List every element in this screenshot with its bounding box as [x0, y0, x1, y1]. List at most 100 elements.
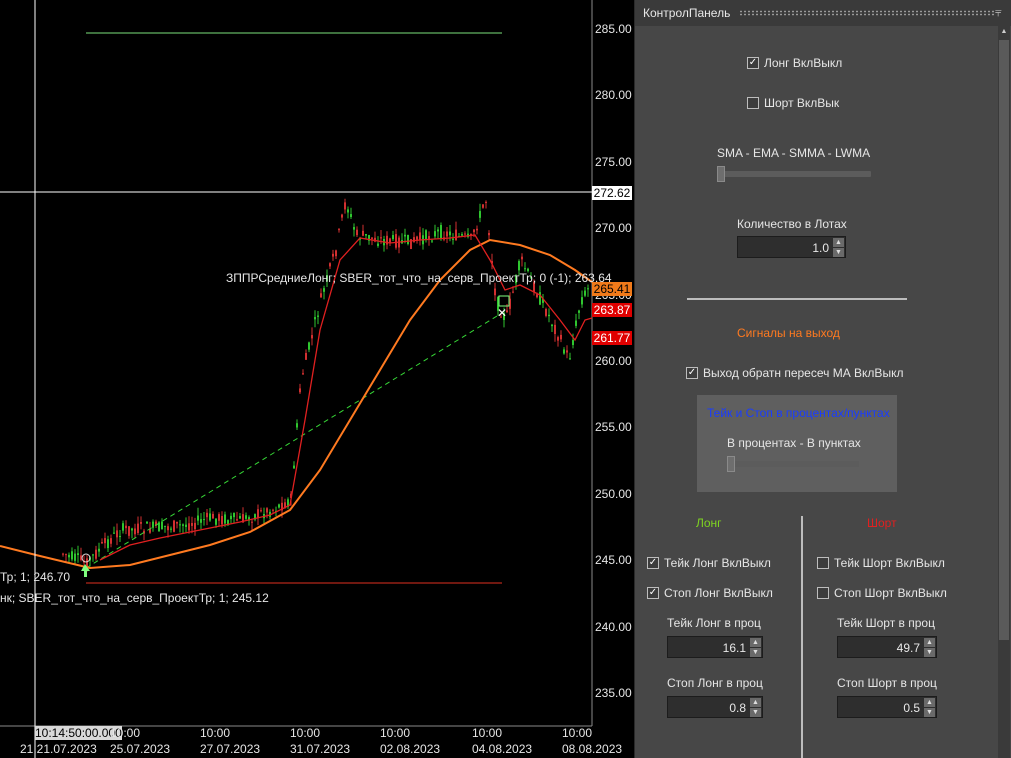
price-tick-label: 235.00	[595, 686, 632, 700]
price-tag-last: 263.87	[592, 303, 632, 317]
stepper-down-icon[interactable]: ▼	[750, 648, 761, 657]
candle-body	[218, 514, 220, 521]
checkbox-unchecked-icon	[747, 97, 759, 109]
candle-body	[365, 233, 367, 236]
stepper-up-icon[interactable]: ▲	[750, 638, 761, 647]
candle-body	[380, 237, 382, 239]
ma-slow-line	[0, 238, 593, 570]
stop-long-pct-value: 0.8	[729, 701, 746, 715]
time-tick-label: 10:00	[380, 726, 411, 740]
candle-body	[296, 423, 298, 428]
time-tick-label: 10:00	[290, 726, 321, 740]
drag-grip-icon[interactable]	[739, 10, 995, 16]
stepper-up-icon[interactable]: ▲	[750, 698, 761, 707]
candle-body	[107, 539, 109, 549]
candle-body	[98, 548, 100, 552]
candle-body	[302, 373, 304, 375]
units-slider-thumb[interactable]	[727, 456, 735, 472]
price-tick-label: 240.00	[595, 619, 632, 634]
stepper-down-icon[interactable]: ▼	[924, 648, 935, 657]
candle-body	[395, 234, 397, 248]
stepper-down-icon[interactable]: ▼	[750, 708, 761, 717]
candle-body	[311, 335, 313, 339]
panel-scrollbar[interactable]: ▲	[998, 26, 1010, 758]
pin-icon[interactable]: ⫧	[995, 5, 1002, 20]
date-tick-label: 31.07.2023	[290, 742, 351, 756]
candle-body	[299, 388, 301, 393]
price-axis[interactable]	[592, 0, 634, 758]
ma-type-slider-track[interactable]	[717, 171, 871, 177]
candle-body	[575, 320, 577, 326]
price-tick-label: 255.00	[595, 420, 632, 435]
candle-body	[197, 515, 199, 521]
candle-body	[95, 549, 97, 559]
candle-body	[260, 510, 262, 512]
short-toggle-checkbox[interactable]: Шорт ВклВык	[747, 96, 839, 110]
price-tick-label: 275.00	[595, 154, 632, 169]
price-tick-label: 245.00	[595, 553, 632, 568]
long-toggle-checkbox[interactable]: ✓ Лонг ВклВыкл	[747, 56, 842, 70]
short-section-header: Шорт	[867, 516, 897, 530]
stepper-up-icon[interactable]: ▲	[924, 638, 935, 647]
candle-body	[347, 209, 349, 213]
units-slider-track[interactable]	[727, 461, 859, 467]
candle-body	[332, 253, 334, 257]
take-long-pct-stepper[interactable]: 16.1 ▲ ▼	[667, 636, 763, 658]
panel-title-bar[interactable]: КонтролПанель ⫧	[635, 0, 1011, 26]
take-short-pct-stepper[interactable]: 49.7 ▲ ▼	[837, 636, 937, 658]
candle-body	[551, 324, 553, 327]
stop-short-pct-stepper[interactable]: 0.5 ▲ ▼	[837, 696, 937, 718]
stepper-up-icon[interactable]: ▲	[833, 238, 844, 247]
candle-body	[188, 523, 190, 531]
chart-canvas[interactable]: ✕	[0, 0, 634, 758]
candle-body	[479, 211, 481, 218]
checkbox-checked-icon: ✓	[647, 557, 659, 569]
exit-cross-checkbox[interactable]: ✓ Выход обратн пересеч МА ВклВыкл	[686, 366, 903, 380]
candle-body	[455, 229, 457, 241]
take-short-pct-label: Тейк Шорт в проц	[837, 616, 935, 630]
candle-body	[350, 214, 352, 218]
checkbox-label: Шорт ВклВык	[764, 96, 840, 110]
stop-long-pct-stepper[interactable]: 0.8 ▲ ▼	[667, 696, 763, 718]
take-short-pct-value: 49.7	[896, 641, 920, 655]
candle-body	[305, 353, 307, 360]
ma-type-slider-thumb[interactable]	[717, 166, 725, 182]
checkbox-label: Тейк Шорт ВклВыкл	[834, 556, 945, 570]
candle-body	[131, 528, 133, 531]
candle-body	[266, 508, 268, 513]
units-label: В процентах - В пунктах	[727, 436, 861, 450]
take-short-checkbox[interactable]: Тейк Шорт ВклВыкл	[817, 556, 945, 570]
candle-body	[371, 237, 373, 239]
crosshair-price-tag: 272.62	[592, 186, 632, 200]
candle-body	[407, 234, 409, 244]
lots-stepper[interactable]: 1.0 ▲ ▼	[737, 236, 846, 258]
price-tick-label: 270.00	[595, 221, 632, 236]
exit-marker-icon[interactable]: ✕	[497, 306, 507, 320]
price-tick-label: 260.00	[595, 354, 632, 368]
scroll-up-icon[interactable]: ▲	[998, 26, 1010, 38]
candle-body	[92, 554, 94, 556]
candle-body	[179, 524, 181, 526]
trade-link-line	[85, 312, 503, 569]
candle-body	[272, 509, 274, 511]
date-tick-label: 21.21.07.2023	[20, 742, 97, 756]
long-entry-annotation: Тр; 1; 246.70	[0, 570, 71, 584]
stop-short-pct-value: 0.5	[903, 701, 920, 715]
long-short-divider	[801, 516, 803, 758]
stepper-down-icon[interactable]: ▼	[924, 708, 935, 717]
stepper-up-icon[interactable]: ▲	[924, 698, 935, 707]
candle-body	[437, 229, 439, 232]
checkbox-label: Выход обратн пересеч МА ВклВыкл	[703, 366, 904, 380]
scrollbar-thumb[interactable]	[999, 40, 1009, 640]
candle-body	[440, 225, 442, 239]
candle-body	[176, 521, 178, 524]
candle-body	[152, 521, 154, 528]
candle-body	[140, 522, 142, 524]
candle-body	[563, 349, 565, 354]
take-long-checkbox[interactable]: ✓ Тейк Лонг ВклВыкл	[647, 556, 771, 570]
stop-long-checkbox[interactable]: ✓ Стоп Лонг ВклВыкл	[647, 586, 773, 600]
price-tick-label: 280.00	[595, 88, 632, 103]
price-chart[interactable]: ✕ 285.00280.00275.00270.00265.00260.0025…	[0, 0, 634, 758]
stepper-down-icon[interactable]: ▼	[833, 248, 844, 257]
stop-short-checkbox[interactable]: Стоп Шорт ВклВыкл	[817, 586, 947, 600]
